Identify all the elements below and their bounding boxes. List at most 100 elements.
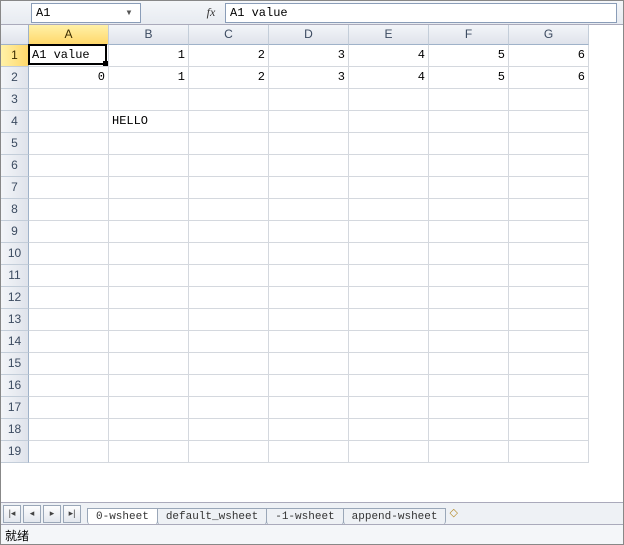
cell[interactable] — [29, 199, 109, 221]
cell[interactable] — [189, 243, 269, 265]
cell[interactable] — [269, 309, 349, 331]
cell[interactable] — [269, 397, 349, 419]
tab-nav-next[interactable]: ▸ — [43, 505, 61, 523]
cell[interactable] — [509, 133, 589, 155]
cell[interactable] — [349, 265, 429, 287]
cell[interactable] — [509, 287, 589, 309]
cell[interactable] — [109, 375, 189, 397]
name-box-dropdown-icon[interactable]: ▾ — [122, 5, 136, 20]
cell[interactable]: 2 — [189, 45, 269, 67]
cell[interactable] — [349, 397, 429, 419]
cell[interactable] — [189, 155, 269, 177]
cell[interactable] — [429, 375, 509, 397]
cell[interactable] — [109, 199, 189, 221]
cell[interactable] — [269, 155, 349, 177]
cell[interactable]: 3 — [269, 45, 349, 67]
cell[interactable] — [109, 265, 189, 287]
cell[interactable] — [29, 177, 109, 199]
cell[interactable] — [29, 375, 109, 397]
cell[interactable] — [29, 133, 109, 155]
cell[interactable] — [509, 309, 589, 331]
cell[interactable] — [29, 221, 109, 243]
cell[interactable] — [189, 89, 269, 111]
cell[interactable] — [429, 397, 509, 419]
row-header[interactable]: 16 — [1, 375, 29, 397]
cell[interactable] — [269, 287, 349, 309]
cell[interactable] — [509, 331, 589, 353]
row-header[interactable]: 7 — [1, 177, 29, 199]
cell[interactable] — [29, 155, 109, 177]
cell[interactable] — [29, 419, 109, 441]
cell[interactable] — [509, 419, 589, 441]
cell[interactable] — [429, 89, 509, 111]
cell[interactable] — [29, 111, 109, 133]
cell[interactable] — [29, 441, 109, 463]
row-header[interactable]: 2 — [1, 67, 29, 89]
cell[interactable] — [189, 265, 269, 287]
cell[interactable] — [509, 397, 589, 419]
tab-nav-prev[interactable]: ◂ — [23, 505, 41, 523]
cell[interactable] — [269, 419, 349, 441]
sheet-tab[interactable]: append-wsheet — [343, 508, 447, 525]
new-sheet-icon[interactable]: ◇ — [449, 506, 469, 522]
row-header[interactable]: 3 — [1, 89, 29, 111]
cell[interactable] — [429, 353, 509, 375]
cell[interactable] — [109, 177, 189, 199]
cell[interactable] — [189, 199, 269, 221]
cell[interactable] — [29, 397, 109, 419]
cell[interactable]: 4 — [349, 45, 429, 67]
row-header[interactable]: 4 — [1, 111, 29, 133]
cell[interactable] — [269, 89, 349, 111]
cell[interactable]: 5 — [429, 67, 509, 89]
cell[interactable] — [29, 331, 109, 353]
cell[interactable] — [429, 155, 509, 177]
cell[interactable] — [349, 309, 429, 331]
cell[interactable] — [29, 309, 109, 331]
cell[interactable] — [189, 331, 269, 353]
cell[interactable] — [429, 177, 509, 199]
cell[interactable] — [109, 397, 189, 419]
cell[interactable] — [349, 133, 429, 155]
cell[interactable] — [189, 441, 269, 463]
formula-input[interactable]: A1 value — [225, 3, 617, 23]
cell[interactable] — [349, 243, 429, 265]
cell[interactable] — [269, 353, 349, 375]
cell[interactable] — [189, 309, 269, 331]
row-header[interactable]: 6 — [1, 155, 29, 177]
cell[interactable] — [189, 375, 269, 397]
cell[interactable] — [429, 331, 509, 353]
cell[interactable] — [349, 331, 429, 353]
cell[interactable] — [189, 111, 269, 133]
row-header[interactable]: 19 — [1, 441, 29, 463]
cell[interactable] — [189, 419, 269, 441]
cell[interactable]: 2 — [189, 67, 269, 89]
cell[interactable] — [269, 111, 349, 133]
cell[interactable] — [349, 419, 429, 441]
sheet-tab[interactable]: default_wsheet — [157, 508, 267, 525]
cell[interactable] — [429, 111, 509, 133]
cell[interactable] — [109, 89, 189, 111]
cell[interactable] — [349, 177, 429, 199]
cell[interactable] — [349, 287, 429, 309]
row-header[interactable]: 10 — [1, 243, 29, 265]
cell[interactable] — [349, 155, 429, 177]
cell[interactable] — [429, 243, 509, 265]
cell[interactable] — [189, 287, 269, 309]
column-header[interactable]: F — [429, 25, 509, 45]
cell[interactable] — [509, 353, 589, 375]
cell[interactable] — [269, 375, 349, 397]
row-header[interactable]: 18 — [1, 419, 29, 441]
cell[interactable] — [429, 199, 509, 221]
cell[interactable] — [509, 375, 589, 397]
cell[interactable] — [349, 375, 429, 397]
tab-nav-last[interactable]: ▸| — [63, 505, 81, 523]
cell[interactable]: 1 — [109, 67, 189, 89]
cell[interactable] — [189, 177, 269, 199]
cell[interactable] — [429, 419, 509, 441]
cell[interactable] — [429, 133, 509, 155]
cell[interactable] — [109, 155, 189, 177]
cell[interactable] — [189, 133, 269, 155]
row-header[interactable]: 5 — [1, 133, 29, 155]
cell[interactable] — [349, 353, 429, 375]
column-header[interactable]: E — [349, 25, 429, 45]
